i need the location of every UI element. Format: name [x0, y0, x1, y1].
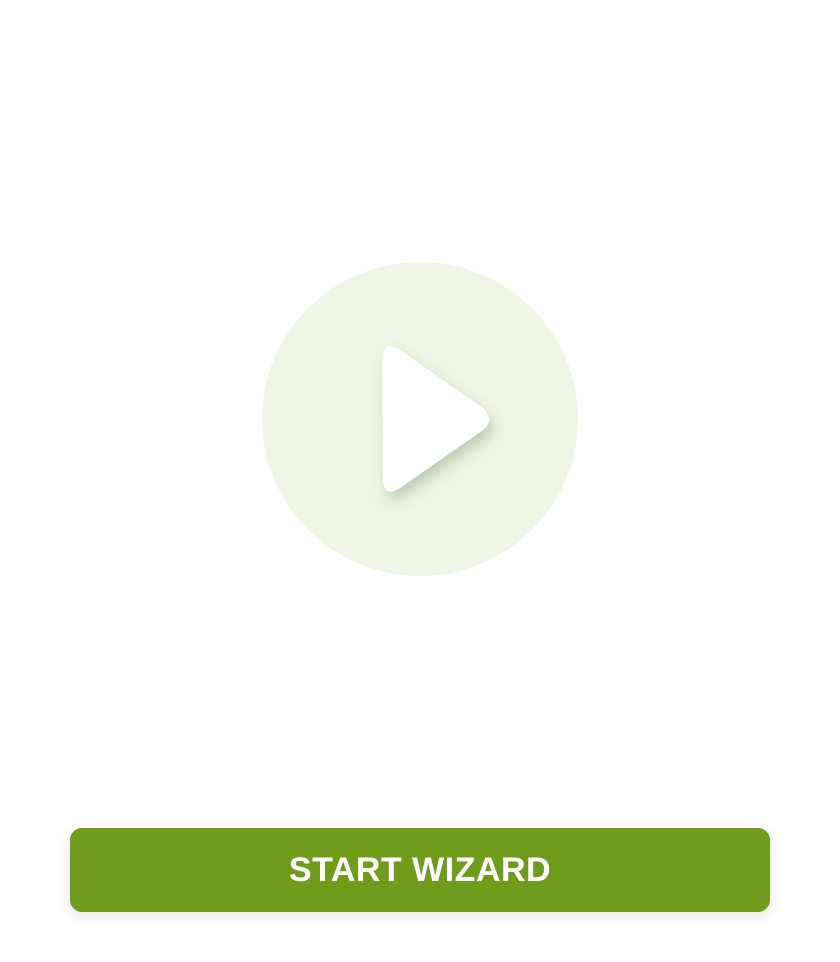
wizard-intro-screen: START WIZARD [0, 0, 840, 962]
start-wizard-button[interactable]: START WIZARD [70, 828, 770, 912]
play-video-button[interactable] [262, 262, 578, 576]
play-icon [382, 346, 489, 492]
